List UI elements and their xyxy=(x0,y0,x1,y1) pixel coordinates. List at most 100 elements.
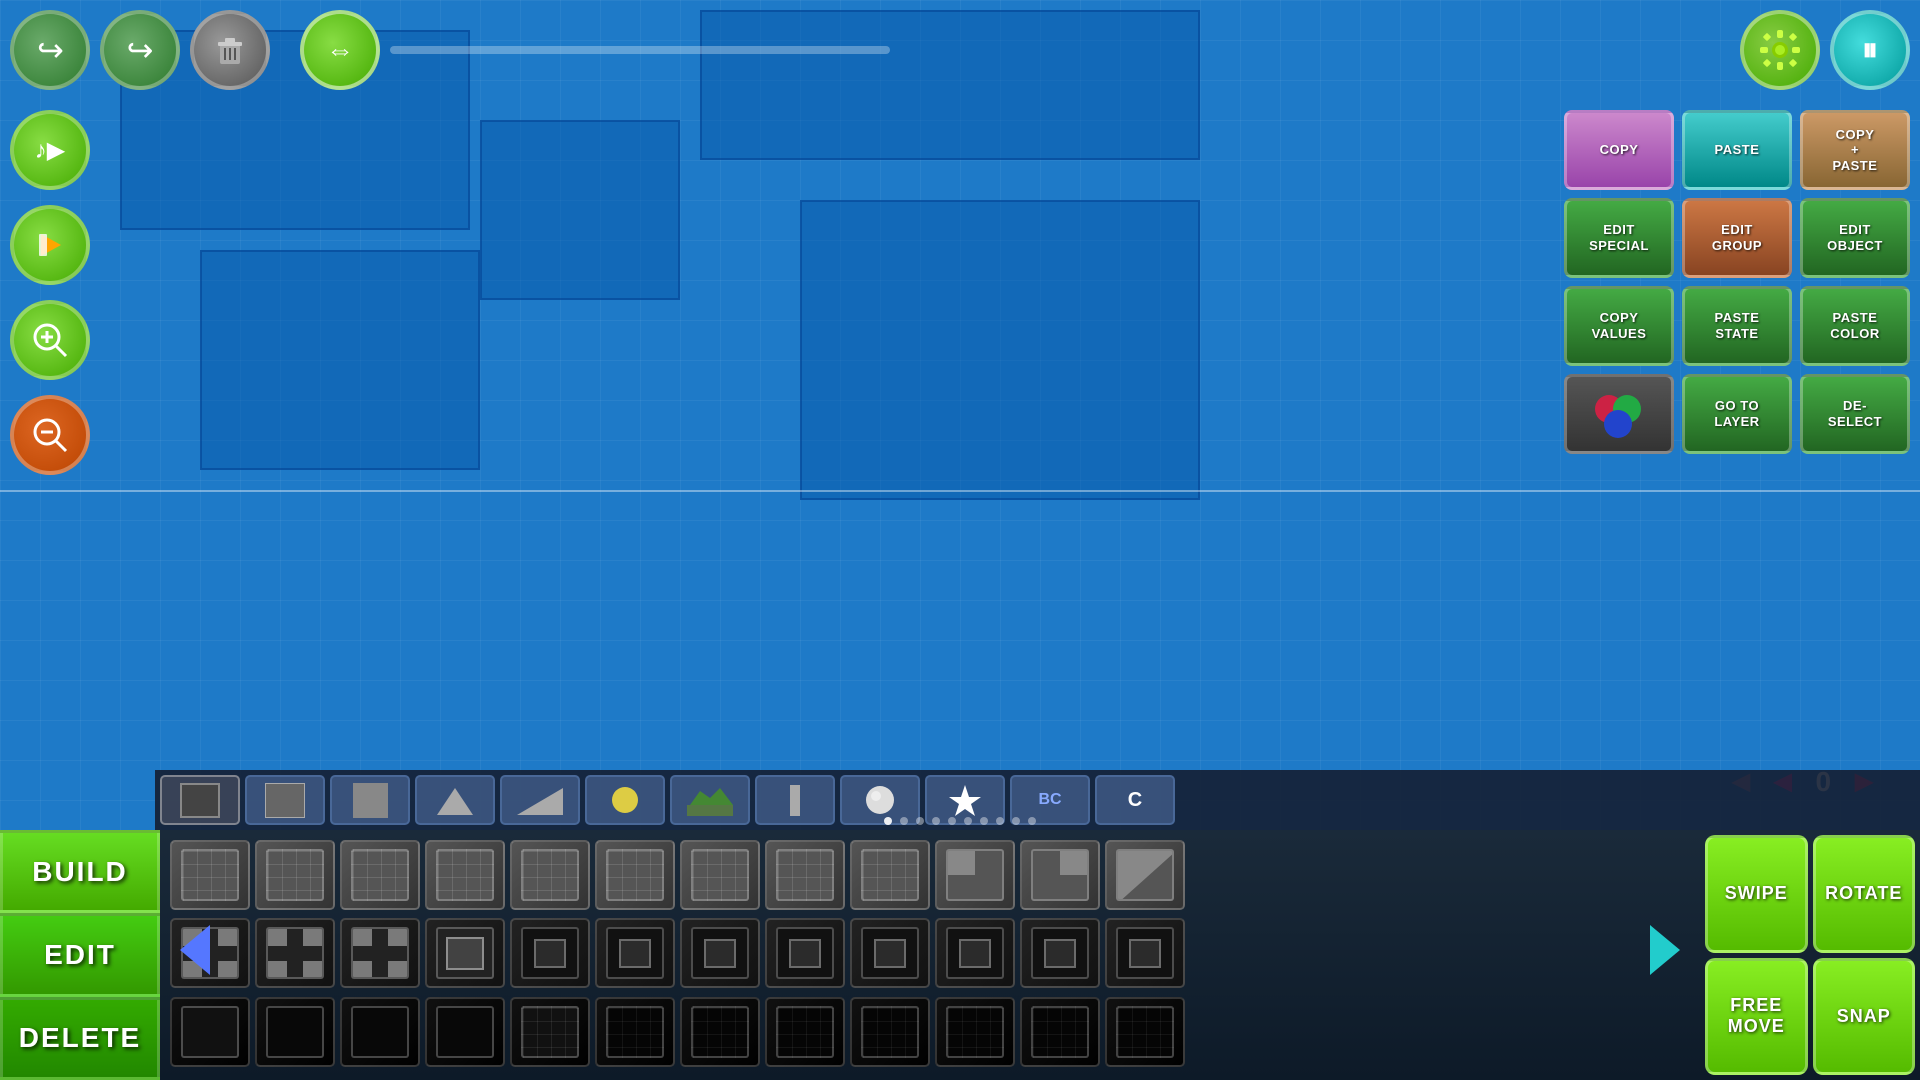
blocks-row-2 xyxy=(170,997,1690,1070)
music-icon: ♪▶ xyxy=(35,136,65,165)
snap-button[interactable]: SNAP xyxy=(1813,958,1916,1076)
block-0-8[interactable] xyxy=(850,840,930,910)
blocks-page-prev[interactable] xyxy=(170,915,220,985)
dot-8[interactable] xyxy=(1012,817,1020,825)
tab-4[interactable] xyxy=(415,775,495,825)
block-2-7[interactable] xyxy=(765,997,845,1067)
block-1-8[interactable] xyxy=(850,918,930,988)
block-1-5[interactable] xyxy=(595,918,675,988)
deselect-button[interactable]: DE- SELECT xyxy=(1800,374,1910,454)
block-0-2[interactable] xyxy=(340,840,420,910)
dot-9[interactable] xyxy=(1028,817,1036,825)
block-2-6[interactable] xyxy=(680,997,760,1067)
edit-special-button[interactable]: EDIT SPECIAL xyxy=(1564,198,1674,278)
block-1-3[interactable] xyxy=(425,918,505,988)
delete-mode-button[interactable]: DELETE xyxy=(0,997,160,1080)
swipe-button[interactable]: SWIPE xyxy=(1705,835,1808,953)
music-button[interactable]: ♪▶ xyxy=(10,110,90,190)
block-2-10[interactable] xyxy=(1020,997,1100,1067)
zoom-out-button[interactable] xyxy=(10,395,90,475)
color-circles-button[interactable] xyxy=(1564,374,1674,454)
tab-terrain[interactable] xyxy=(670,775,750,825)
block-2-5[interactable] xyxy=(595,997,675,1067)
zoom-in-button[interactable] xyxy=(10,300,90,380)
slider-container: ⇔ xyxy=(300,10,1010,90)
copy-button[interactable]: COPY xyxy=(1564,110,1674,190)
tab-3[interactable] xyxy=(330,775,410,825)
block-1-1[interactable] xyxy=(255,918,335,988)
horizon-line xyxy=(0,490,1920,492)
tab-triangle-icon xyxy=(435,783,475,818)
go-to-layer-button[interactable]: GO TO LAYER xyxy=(1682,374,1792,454)
block-0-4[interactable] xyxy=(510,840,590,910)
rotate-button[interactable]: ROTATE xyxy=(1813,835,1916,953)
object-tab-bar: BC C xyxy=(155,770,1920,830)
block-2-4[interactable] xyxy=(510,997,590,1067)
block-0-0[interactable] xyxy=(170,840,250,910)
edit-object-button[interactable]: EDIT OBJECT xyxy=(1800,198,1910,278)
block-0-10[interactable] xyxy=(1020,840,1100,910)
block-0-5[interactable] xyxy=(595,840,675,910)
dot-7[interactable] xyxy=(996,817,1004,825)
block-0-6[interactable] xyxy=(680,840,760,910)
block-0-1[interactable] xyxy=(255,840,335,910)
block-2-11[interactable] xyxy=(1105,997,1185,1067)
dot-4[interactable] xyxy=(948,817,956,825)
tab-pillar[interactable] xyxy=(755,775,835,825)
build-mode-button[interactable]: BUILD xyxy=(0,830,160,913)
dot-0[interactable] xyxy=(884,817,892,825)
block-2-2[interactable] xyxy=(340,997,420,1067)
free-move-button[interactable]: FREE MOVE xyxy=(1705,958,1808,1076)
block-2-8[interactable] xyxy=(850,997,930,1067)
block-2-1[interactable] xyxy=(255,997,335,1067)
block-0-7[interactable] xyxy=(765,840,845,910)
paste-state-button[interactable]: PASTE STATE xyxy=(1682,286,1792,366)
block-0-11[interactable] xyxy=(1105,840,1185,910)
tab-5[interactable] xyxy=(500,775,580,825)
edit-group-button[interactable]: EDIT GROUP xyxy=(1682,198,1792,278)
panel-row-1: COPY PASTE COPY + PASTE xyxy=(1564,110,1910,190)
redo-button[interactable]: ↪ xyxy=(100,10,180,90)
tab-2[interactable] xyxy=(245,775,325,825)
block-0-9[interactable] xyxy=(935,840,1015,910)
edit-mode-button[interactable]: EDIT xyxy=(0,913,160,996)
block-1-11[interactable] xyxy=(1105,918,1185,988)
settings-button[interactable] xyxy=(1740,10,1820,90)
dot-2[interactable] xyxy=(916,817,924,825)
tab-circle[interactable] xyxy=(585,775,665,825)
dot-6[interactable] xyxy=(980,817,988,825)
paste-color-button[interactable]: PASTE COLOR xyxy=(1800,286,1910,366)
undo-button[interactable]: ↩ xyxy=(10,10,90,90)
block-0-3[interactable] xyxy=(425,840,505,910)
delete-label: DELETE xyxy=(19,1022,141,1054)
block-2-9[interactable] xyxy=(935,997,1015,1067)
block-1-10[interactable] xyxy=(1020,918,1100,988)
dot-5[interactable] xyxy=(964,817,972,825)
tab-slope-icon xyxy=(515,783,565,818)
copy-values-button[interactable]: COPY VALUES xyxy=(1564,286,1674,366)
scroll-slider-track[interactable] xyxy=(390,46,890,54)
mode-buttons: BUILD EDIT DELETE xyxy=(0,830,160,1080)
next-arrow-icon xyxy=(1645,920,1685,980)
block-1-6[interactable] xyxy=(680,918,760,988)
bg-rect-3 xyxy=(200,250,480,470)
block-2-0[interactable] xyxy=(170,997,250,1067)
block-1-4[interactable] xyxy=(510,918,590,988)
record-button[interactable] xyxy=(10,205,90,285)
block-1-9[interactable] xyxy=(935,918,1015,988)
paste-button[interactable]: PASTE xyxy=(1682,110,1792,190)
block-1-7[interactable] xyxy=(765,918,845,988)
page-dots xyxy=(884,817,1036,825)
block-2-3[interactable] xyxy=(425,997,505,1067)
copy-paste-button[interactable]: COPY + PASTE xyxy=(1800,110,1910,190)
tab-blocks[interactable] xyxy=(160,775,240,825)
block-1-2[interactable] xyxy=(340,918,420,988)
blocks-page-next[interactable] xyxy=(1640,915,1690,985)
zoom-in-icon xyxy=(31,321,69,359)
scroll-slider-button[interactable]: ⇔ xyxy=(300,10,380,90)
delete-toolbar-button[interactable] xyxy=(190,10,270,90)
dot-1[interactable] xyxy=(900,817,908,825)
pause-button[interactable]: ⏸ xyxy=(1830,10,1910,90)
dot-3[interactable] xyxy=(932,817,940,825)
tab-c[interactable]: C xyxy=(1095,775,1175,825)
